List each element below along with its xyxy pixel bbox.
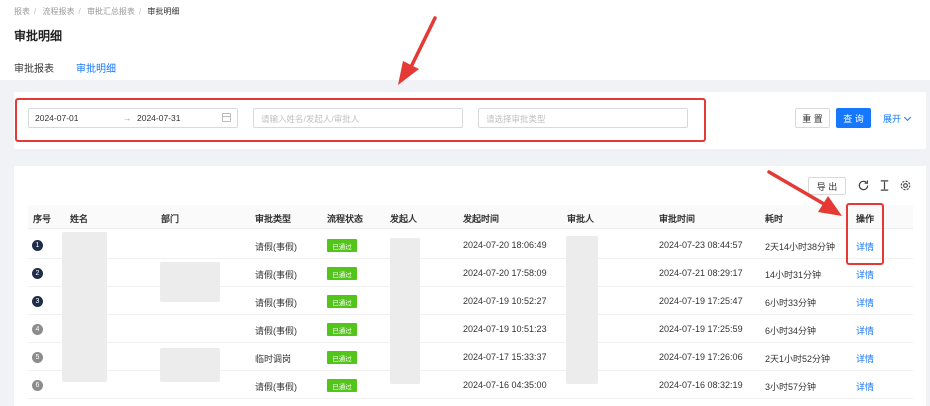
column-header: 序号 (33, 214, 52, 224)
status-badge: 已通过 (327, 239, 357, 252)
status-badge: 已通过 (327, 295, 357, 308)
column-header: 审批类型 (255, 214, 292, 224)
tab-approval-detail[interactable]: 审批明细 (76, 60, 116, 82)
query-button[interactable]: 查 询 (836, 108, 871, 128)
approval-type: 临时调岗 (255, 354, 292, 364)
status-badge: 已通过 (327, 323, 357, 336)
approve-time: 2024-07-21 08:29:17 (659, 268, 743, 278)
expand-button[interactable]: 展开 (883, 112, 912, 125)
start-time: 2024-07-19 10:51:23 (463, 324, 547, 334)
breadcrumb-item[interactable]: 流程报表 (42, 7, 74, 16)
start-time: 2024-07-20 18:06:49 (463, 240, 547, 250)
duration: 2天14小时38分钟 (765, 242, 836, 252)
detail-link[interactable]: 详情 (856, 268, 874, 281)
column-header: 发起人 (390, 214, 418, 224)
column-header: 发起时间 (463, 214, 500, 224)
approval-type: 请假(事假) (255, 270, 297, 280)
status-badge: 已通过 (327, 379, 357, 392)
row-index: 2 (32, 268, 43, 279)
column-height-icon[interactable] (878, 179, 891, 192)
approve-time: 2024-07-19 17:25:47 (659, 296, 743, 306)
approval-type: 请假(事假) (255, 242, 297, 252)
column-header: 部门 (161, 214, 180, 224)
reset-button[interactable]: 重 置 (795, 108, 830, 128)
settings-icon[interactable] (899, 179, 912, 192)
approve-time: 2024-07-19 17:26:06 (659, 352, 743, 362)
row-index: 4 (32, 324, 43, 335)
start-time: 2024-07-19 10:52:27 (463, 296, 547, 306)
breadcrumb: 报表 / 流程报表 / 审批汇总报表 / 审批明细 (14, 7, 180, 16)
column-header: 流程状态 (327, 214, 364, 224)
breadcrumb-item[interactable]: 审批汇总报表 (87, 7, 135, 16)
start-time: 2024-07-17 15:33:37 (463, 352, 547, 362)
approve-time: 2024-07-19 17:25:59 (659, 324, 743, 334)
duration: 2天1小时52分钟 (765, 354, 831, 364)
start-time: 2024-07-16 04:35:00 (463, 380, 547, 390)
approve-time: 2024-07-23 08:44:57 (659, 240, 743, 250)
detail-link[interactable]: 详情 (856, 352, 874, 365)
row-index: 3 (32, 296, 43, 307)
column-header: 审批人 (567, 214, 595, 224)
page-title: 审批明细 (14, 29, 63, 43)
column-header: 姓名 (70, 214, 89, 224)
breadcrumb-current: 审批明细 (147, 7, 180, 16)
redacted-department (160, 262, 220, 302)
row-index: 1 (32, 240, 43, 251)
redacted-department (160, 348, 220, 382)
annotation-arrow-icon (767, 170, 842, 216)
status-badge: 已通过 (327, 267, 357, 280)
status-badge: 已通过 (327, 351, 357, 364)
approval-type: 请假(事假) (255, 298, 297, 308)
annotation-arrow-icon (398, 16, 437, 85)
tab-bar: 审批报表 审批明细 (14, 60, 138, 82)
redacted-name (62, 232, 107, 382)
column-header: 审批时间 (659, 214, 696, 224)
filter-highlight-box (15, 98, 706, 142)
redacted-initiator (390, 238, 420, 384)
refresh-icon[interactable] (857, 179, 870, 192)
chevron-down-icon (903, 113, 912, 122)
redacted-approver (566, 236, 598, 384)
duration: 3小时57分钟 (765, 382, 817, 392)
start-time: 2024-07-20 17:58:09 (463, 268, 547, 278)
page-header: 报表 / 流程报表 / 审批汇总报表 / 审批明细 审批明细 审批报表 审批明细 (0, 0, 930, 82)
detail-link[interactable]: 详情 (856, 296, 874, 309)
approve-time: 2024-07-16 08:32:19 (659, 380, 743, 390)
detail-link[interactable]: 详情 (856, 380, 874, 393)
row-index: 5 (32, 352, 43, 363)
row-index: 6 (32, 380, 43, 391)
expand-label: 展开 (883, 114, 902, 124)
duration: 6小时34分钟 (765, 326, 817, 336)
duration: 14小时31分钟 (765, 270, 822, 280)
approval-type: 请假(事假) (255, 382, 297, 392)
breadcrumb-item[interactable]: 报表 (14, 7, 30, 16)
approval-type: 请假(事假) (255, 326, 297, 336)
action-highlight-box (846, 203, 884, 265)
detail-link[interactable]: 详情 (856, 324, 874, 337)
tab-approval-report[interactable]: 审批报表 (14, 60, 54, 80)
duration: 6小时33分钟 (765, 298, 817, 308)
